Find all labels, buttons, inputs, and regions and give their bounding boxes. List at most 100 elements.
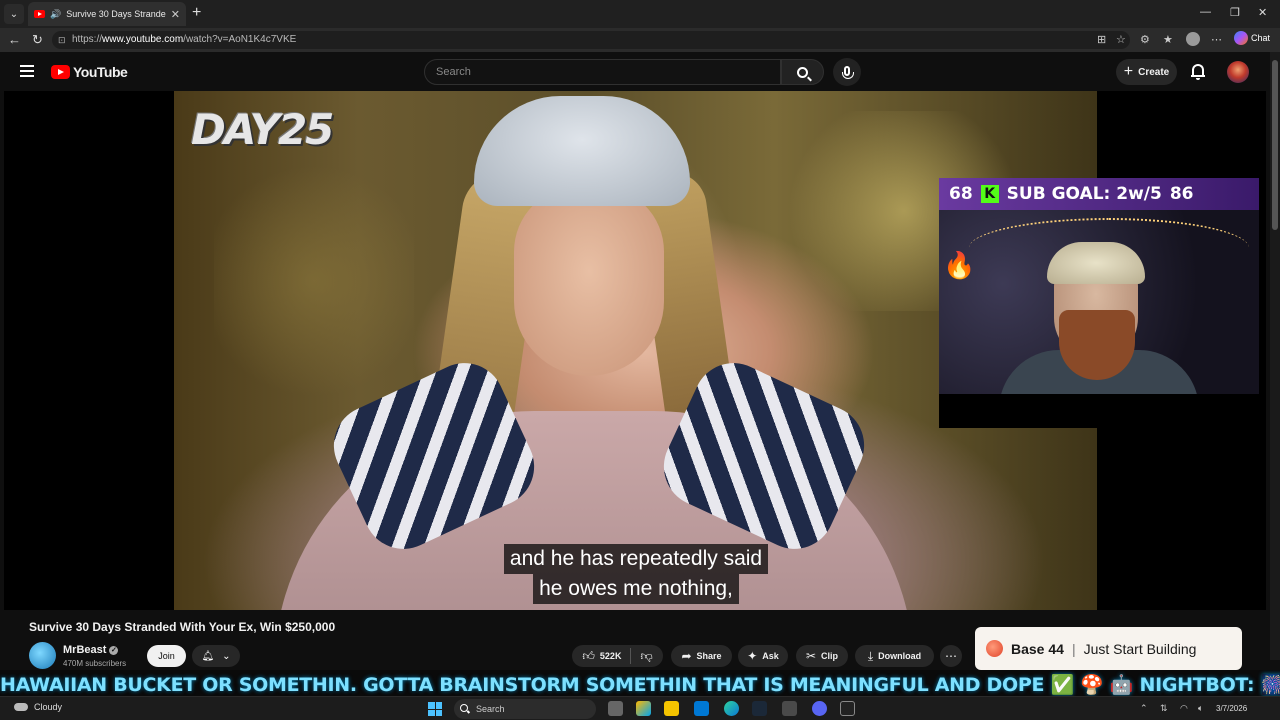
like-count[interactable]: 522K — [600, 651, 622, 661]
page-scrollbar[interactable] — [1270, 52, 1280, 660]
start-button[interactable] — [428, 702, 442, 716]
browser-tab-active[interactable]: 🔊 Survive 30 Days Stranded Wit ✕ — [28, 2, 186, 26]
ask-button[interactable]: ✦ Ask — [738, 645, 788, 667]
address-bar[interactable]: ⊡ https://www.youtube.com/watch?v=AoN1K4… — [52, 31, 1130, 49]
clock-date: 3/7/2026 — [1216, 704, 1248, 713]
favorites-icon[interactable]: ★ — [1163, 33, 1173, 46]
minimize-icon[interactable]: — — [1200, 6, 1211, 18]
network-icon[interactable]: ⇅ — [1160, 703, 1168, 714]
bell-icon: 🔔︎ — [201, 650, 215, 662]
refresh-icon[interactable]: ↻ — [32, 32, 43, 48]
store-icon[interactable] — [694, 701, 709, 716]
account-avatar[interactable] — [1227, 61, 1249, 83]
left-counter: 68 — [949, 184, 973, 204]
like-icon[interactable]: 👍︎ — [582, 649, 595, 664]
youtube-masthead: YouTube Search + Create — [0, 52, 1270, 92]
tab-title: Survive 30 Days Stranded Wit — [66, 9, 166, 19]
clip-button[interactable]: ✂ Clip — [796, 645, 848, 667]
notifications-bell-icon[interactable] — [1191, 64, 1205, 80]
search-button[interactable] — [781, 59, 824, 85]
subscriber-count: 470M subscribers — [63, 659, 127, 668]
copilot-icon — [1234, 31, 1248, 45]
search-input[interactable]: Search — [424, 59, 781, 85]
new-tab-button[interactable]: + — [192, 4, 201, 22]
ad-separator: | — [1071, 640, 1076, 657]
overlay-blank-area — [939, 394, 1109, 428]
weather-label: Cloudy — [34, 702, 63, 712]
subscription-bell-button[interactable]: 🔔︎ ⌄ — [192, 645, 240, 667]
youtube-logo[interactable]: YouTube — [51, 64, 128, 80]
restore-icon[interactable]: ❐ — [1230, 6, 1240, 19]
verified-check-icon: ✓ — [109, 645, 119, 655]
ask-label: Ask — [762, 651, 779, 661]
microphone-icon — [842, 66, 854, 79]
sponsored-ad-card[interactable]: Base 44 | Just Start Building — [975, 627, 1242, 670]
create-label: Create — [1138, 66, 1170, 78]
tab-actions-menu-button[interactable]: ⌄ — [4, 4, 24, 24]
url-host: www.youtube.com — [102, 34, 184, 45]
windows-taskbar: Cloudy Search ⌃ ⇅ ◠ 🔈︎ 3/7/2026 — [0, 696, 1280, 720]
url-path: /watch?v=AoN1K4c7VKE — [183, 34, 297, 45]
more-options-icon[interactable]: ⋯ — [1211, 33, 1222, 46]
more-actions-button[interactable]: ⋯ — [940, 645, 962, 667]
back-arrow-icon[interactable]: ← — [8, 32, 21, 47]
channel-avatar[interactable] — [29, 642, 56, 669]
voice-search-button[interactable] — [833, 58, 861, 86]
wifi-icon[interactable]: ◠ — [1180, 703, 1188, 714]
face — [514, 186, 664, 376]
copilot-chat-button[interactable]: Chat — [1234, 31, 1270, 45]
file-explorer-icon[interactable] — [664, 701, 679, 716]
video-title: Survive 30 Days Stranded With Your Ex, W… — [29, 620, 336, 634]
clip-label: Clip — [821, 651, 839, 661]
volume-icon[interactable]: 🔈︎ — [1198, 703, 1203, 714]
edge-icon[interactable] — [724, 701, 739, 716]
sparkle-icon: ✦ — [747, 649, 758, 663]
create-button[interactable]: + Create — [1116, 59, 1177, 85]
speaker-icon[interactable]: 🔊 — [50, 9, 61, 20]
chat-label: Chat — [1251, 33, 1271, 43]
close-window-icon[interactable]: ✕ — [1258, 6, 1267, 19]
guide-menu-icon[interactable] — [20, 65, 34, 77]
url-scheme: https:// — [72, 34, 103, 45]
weather-widget[interactable]: Cloudy — [14, 702, 62, 712]
scissors-icon: ✂ — [805, 649, 817, 663]
ad-tagline: Just Start Building — [1083, 640, 1197, 657]
steam-icon[interactable] — [752, 701, 767, 716]
task-view-icon[interactable] — [608, 701, 623, 716]
scrollbar-thumb[interactable] — [1272, 60, 1278, 230]
taskbar-search[interactable]: Search — [454, 699, 596, 719]
search-icon — [797, 66, 808, 78]
join-button[interactable]: Join — [147, 645, 186, 667]
fire-icon: 🔥 — [943, 250, 976, 280]
profile-avatar-icon[interactable] — [1186, 32, 1200, 46]
dislike-icon[interactable]: 👎︎ — [640, 649, 652, 664]
favorite-star-icon[interactable]: ☆ — [1116, 33, 1126, 46]
more-horizontal-icon: ⋯ — [945, 649, 957, 663]
tray-overflow-icon[interactable]: ⌃ — [1140, 703, 1148, 714]
site-info-icon[interactable]: ⊡ — [58, 31, 66, 49]
channel-name-text: MrBeast — [63, 644, 107, 656]
streamer-hat — [1047, 242, 1145, 284]
download-button[interactable]: ⤓ Download — [855, 645, 934, 667]
share-button[interactable]: ➦ Share — [671, 645, 732, 667]
download-label: Download — [878, 651, 922, 661]
discord-icon[interactable] — [812, 701, 827, 716]
like-divider — [630, 648, 632, 664]
webcam-feed: 🔥 — [939, 210, 1259, 394]
terminal-icon[interactable] — [840, 701, 855, 716]
download-icon: ⤓ — [867, 648, 874, 663]
caption-line: he owes me nothing, — [533, 574, 739, 604]
system-clock[interactable]: 3/7/2026 — [1216, 699, 1247, 714]
youtube-wordmark: YouTube — [73, 64, 128, 80]
app-icon[interactable] — [782, 701, 797, 716]
extensions-icon[interactable]: ⚙ — [1140, 33, 1150, 46]
browser-tab-strip: ⌄ 🔊 Survive 30 Days Stranded Wit ✕ + — ❐… — [0, 0, 1280, 28]
stream-webcam-overlay: 68 K SUB GOAL: 2w/5 86 🔥 — [939, 178, 1259, 394]
like-dislike-group: 👍︎ 522K 👎︎ — [572, 645, 663, 667]
share-label: Share — [696, 651, 722, 661]
tab-close-icon[interactable]: ✕ — [171, 8, 180, 21]
taskbar-search-label: Search — [476, 704, 505, 714]
app-available-icon[interactable]: ⊞ — [1097, 33, 1106, 46]
channel-name[interactable]: MrBeast ✓ — [63, 644, 119, 656]
widgets-icon[interactable] — [636, 701, 651, 716]
